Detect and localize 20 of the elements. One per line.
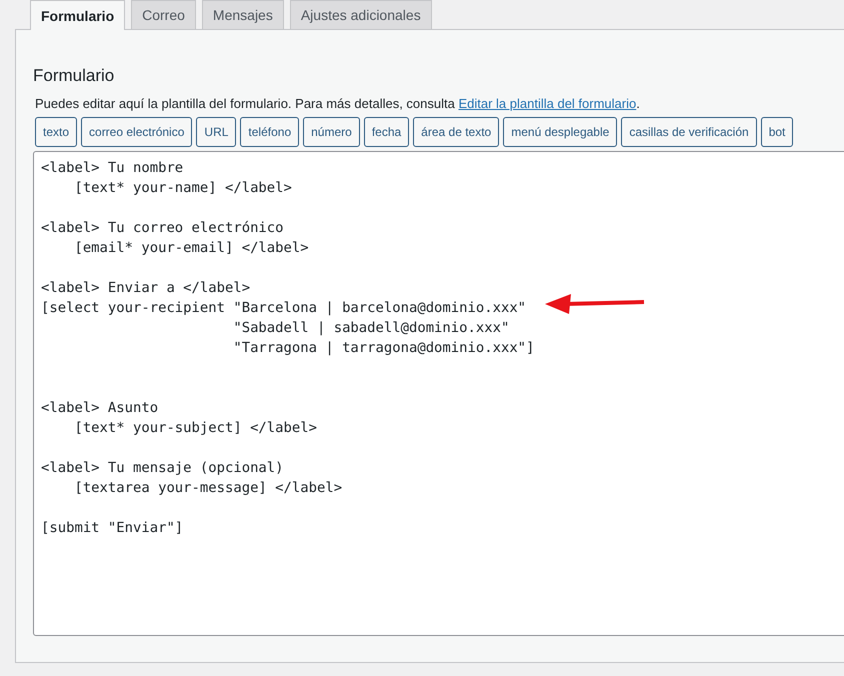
tag-button[interactable]: fecha — [364, 117, 410, 147]
tag-button[interactable]: número — [303, 117, 360, 147]
arrow-icon — [545, 293, 645, 315]
description-text: Puedes editar aquí la plantilla del formulario. Para más detalles, consulta — [35, 96, 456, 111]
tab[interactable]: Correo — [131, 0, 196, 29]
tag-button[interactable]: correo electrónico — [81, 117, 192, 147]
tab[interactable]: Ajustes adicionales — [290, 0, 432, 29]
code-editor[interactable]: <label> Tu nombre [text* your-name] </label> <label> Tu correo electrónico [email* your-email] </label> <label> Enviar a </label> [select your-recipient "Barcelona | barcelona@dominio.xxx" "Sabadell | sabadell@dominio.xxx" "Tarragona | tarragona@dominio.xxx"] <label> Asunto [text* your-subject] </label> <label> Tu mensaje (opcional) [textarea your-message] </label> [submit "Enviar"] — [33, 151, 844, 636]
period-text: . — [636, 96, 640, 111]
section-heading: Formulario — [33, 66, 116, 86]
tag-button[interactable]: área de texto — [413, 117, 500, 147]
tag-button[interactable]: bot — [760, 117, 794, 147]
tag-button[interactable]: teléfono — [240, 117, 300, 147]
template-link[interactable]: Editar la plantilla del formulario — [458, 96, 636, 111]
tag-button[interactable]: menú desplegable — [503, 117, 618, 147]
tag-button[interactable]: texto — [35, 117, 78, 147]
tab[interactable]: Formulario — [30, 0, 126, 30]
tag-button[interactable]: URL — [196, 117, 236, 147]
tag-button[interactable]: casillas de verificación — [621, 117, 757, 147]
tab[interactable]: Mensajes — [202, 0, 284, 29]
